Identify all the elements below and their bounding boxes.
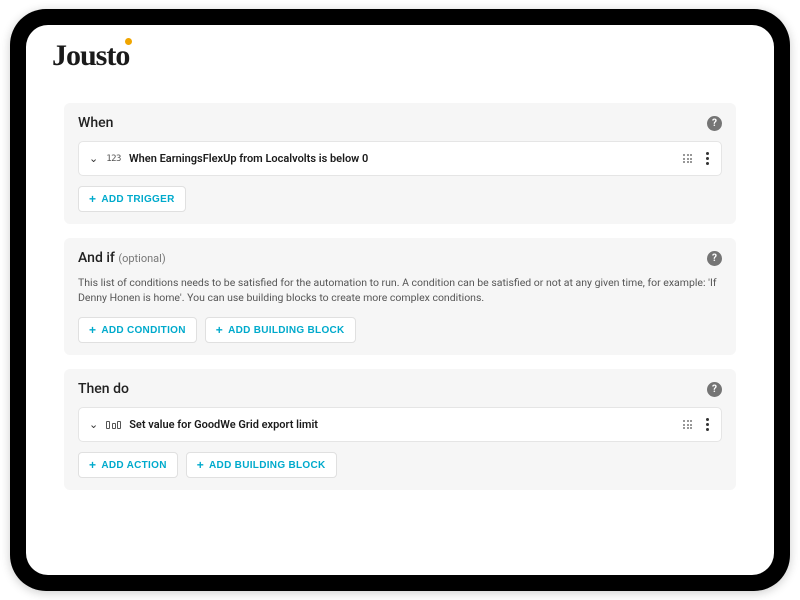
help-icon[interactable]: ? <box>707 116 722 131</box>
plus-icon: + <box>89 193 96 205</box>
andif-buttons: + ADD CONDITION + ADD BUILDING BLOCK <box>78 317 722 343</box>
numeric-icon: 123 <box>106 154 121 164</box>
add-action-button[interactable]: + ADD ACTION <box>78 452 178 478</box>
add-condition-label: ADD CONDITION <box>101 325 185 336</box>
action-card[interactable]: ⌄ Set value for GoodWe Grid export limit <box>78 407 722 442</box>
plus-icon: + <box>216 324 223 336</box>
content-area: When ? ⌄ 123 When EarningsFlexUp from Lo… <box>64 103 736 559</box>
plus-icon: + <box>89 459 96 471</box>
thendo-title: Then do <box>78 381 129 397</box>
add-building-block-label: ADD BUILDING BLOCK <box>209 460 326 471</box>
when-section: When ? ⌄ 123 When EarningsFlexUp from Lo… <box>64 103 736 224</box>
trigger-text: When EarningsFlexUp from Localvolts is b… <box>129 152 683 165</box>
add-action-label: ADD ACTION <box>101 460 166 471</box>
card-actions <box>683 150 711 167</box>
app-logo: Jousto <box>52 39 136 73</box>
andif-description: This list of conditions needs to be sati… <box>78 276 722 305</box>
tablet-frame: Jousto When ? ⌄ 123 When EarningsFlexUp … <box>10 9 790 591</box>
andif-section: And if (optional) ? This list of conditi… <box>64 238 736 355</box>
card-actions <box>683 416 711 433</box>
when-header: When ? <box>78 115 722 131</box>
kebab-menu-icon[interactable] <box>704 416 711 433</box>
help-icon[interactable]: ? <box>707 251 722 266</box>
device-icon <box>106 421 121 429</box>
add-building-block-button[interactable]: + ADD BUILDING BLOCK <box>186 452 337 478</box>
drag-handle-icon[interactable] <box>683 154 692 163</box>
thendo-header: Then do ? <box>78 381 722 397</box>
trigger-card[interactable]: ⌄ 123 When EarningsFlexUp from Localvolt… <box>78 141 722 176</box>
logo-text: Jousto <box>52 39 129 72</box>
add-condition-button[interactable]: + ADD CONDITION <box>78 317 197 343</box>
screen: Jousto When ? ⌄ 123 When EarningsFlexUp … <box>26 25 774 575</box>
andif-title-text: And if <box>78 250 115 266</box>
plus-icon: + <box>197 459 204 471</box>
when-buttons: + ADD TRIGGER <box>78 186 722 212</box>
add-trigger-label: ADD TRIGGER <box>101 194 174 205</box>
help-icon[interactable]: ? <box>707 382 722 397</box>
kebab-menu-icon[interactable] <box>704 150 711 167</box>
andif-header: And if (optional) ? <box>78 250 722 266</box>
when-title: When <box>78 115 113 131</box>
thendo-section: Then do ? ⌄ Set value for GoodWe Grid ex… <box>64 369 736 490</box>
chevron-down-icon[interactable]: ⌄ <box>89 152 98 165</box>
drag-handle-icon[interactable] <box>683 420 692 429</box>
add-building-block-button[interactable]: + ADD BUILDING BLOCK <box>205 317 356 343</box>
action-text: Set value for GoodWe Grid export limit <box>129 418 683 431</box>
thendo-buttons: + ADD ACTION + ADD BUILDING BLOCK <box>78 452 722 478</box>
andif-title: And if (optional) <box>78 250 166 266</box>
plus-icon: + <box>89 324 96 336</box>
add-building-block-label: ADD BUILDING BLOCK <box>228 325 345 336</box>
add-trigger-button[interactable]: + ADD TRIGGER <box>78 186 186 212</box>
logo-dot-icon <box>125 38 132 45</box>
optional-label: (optional) <box>118 252 165 265</box>
chevron-down-icon[interactable]: ⌄ <box>89 418 98 431</box>
